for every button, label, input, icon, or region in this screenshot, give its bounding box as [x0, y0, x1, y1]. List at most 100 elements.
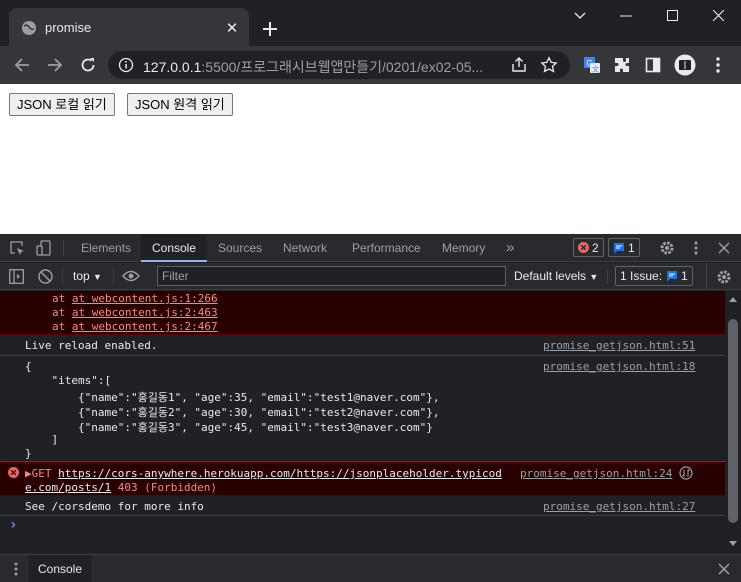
- scroll-down-icon[interactable]: [729, 541, 737, 546]
- tab-console[interactable]: Console: [141, 234, 207, 262]
- message-count-badge[interactable]: 1: [608, 238, 640, 257]
- browser-toolbar: 127.0.0.1:5500/프로그래시브웹앱만들기/0201/ex02-05.…: [0, 46, 741, 84]
- context-value: top: [73, 269, 90, 283]
- forward-icon[interactable]: [43, 53, 67, 77]
- json-remote-read-button[interactable]: JSON 원격 읽기: [127, 93, 233, 116]
- request-url-link[interactable]: https://cors-anywhere.herokuapp.com/http…: [58, 467, 502, 480]
- minimize-icon[interactable]: [603, 0, 649, 31]
- json-local-read-button[interactable]: JSON 로컬 읽기: [9, 93, 115, 116]
- divider: [706, 263, 707, 290]
- chevron-down-icon[interactable]: [557, 0, 603, 31]
- issues-button[interactable]: 1 Issue: 1: [615, 266, 693, 286]
- url-host: 127.0.0.1: [143, 59, 202, 75]
- device-toolbar-icon[interactable]: [36, 240, 52, 256]
- message-source-link[interactable]: promise_getjson.html:24: [520, 467, 672, 480]
- stack-frame-link[interactable]: at webcontent.js:2:463: [72, 306, 218, 319]
- tab-sources[interactable]: Sources: [218, 234, 262, 262]
- address-bar[interactable]: 127.0.0.1:5500/프로그래시브웹앱만들기/0201/ex02-05.…: [108, 51, 570, 79]
- json-line: {"name":"홍길동2", "age":30, "email":"test2…: [25, 406, 440, 419]
- drawer-menu-icon[interactable]: [14, 562, 18, 576]
- devtools-close-icon[interactable]: [718, 242, 730, 254]
- divider: [607, 269, 608, 284]
- log-levels-select[interactable]: Default levels ▼: [514, 269, 598, 283]
- close-icon[interactable]: ✕: [223, 19, 241, 37]
- stack-frame-link[interactable]: at webcontent.js:1:266: [72, 292, 218, 305]
- inspect-icon[interactable]: [9, 240, 25, 256]
- dropdown-arrow-icon: ▼: [93, 272, 102, 282]
- console-prompt[interactable]: ›: [0, 516, 725, 536]
- tab-performance[interactable]: Performance: [352, 234, 421, 262]
- divider: [62, 269, 63, 284]
- share-icon[interactable]: [510, 56, 528, 74]
- devtools-panel: Elements Console Sources Network Perform…: [0, 234, 741, 582]
- context-select[interactable]: top ▼: [73, 269, 102, 283]
- back-icon[interactable]: [10, 53, 34, 77]
- message-source-link[interactable]: promise_getjson.html:18: [543, 360, 695, 373]
- page-viewport: JSON 로컬 읽기 JSON 원격 읽기: [0, 84, 741, 234]
- json-line: ]: [25, 433, 59, 446]
- error-count-badge[interactable]: 2: [573, 238, 604, 257]
- translate-icon[interactable]: G文: [580, 53, 604, 77]
- settings-icon[interactable]: [659, 240, 675, 256]
- prompt-chevron-icon: ›: [9, 517, 18, 533]
- json-line: {: [25, 360, 32, 373]
- sidebar-toggle-icon[interactable]: [9, 269, 24, 284]
- tab-memory[interactable]: Memory: [442, 234, 485, 262]
- console-message: Live reload enabled. promise_getjson.htm…: [0, 335, 725, 356]
- tab-elements[interactable]: Elements: [81, 234, 131, 262]
- plus-icon[interactable]: [258, 17, 282, 41]
- reload-icon[interactable]: [76, 53, 100, 77]
- json-line: "items":[: [25, 374, 112, 387]
- browser-tab[interactable]: promise ✕: [9, 8, 249, 46]
- message-text: See /corsdemo for more info: [25, 500, 204, 513]
- issues-label: 1 Issue:: [620, 269, 663, 283]
- eye-icon[interactable]: [122, 270, 140, 282]
- url-path: :5500/프로그래시브웹앱만들기/0201/ex02-05...: [201, 59, 484, 75]
- error-icon: [8, 467, 19, 478]
- devtools-drawer: Console: [0, 554, 741, 582]
- request-status: 403 (Forbidden): [111, 481, 218, 494]
- message-source-link[interactable]: promise_getjson.html:51: [543, 339, 695, 352]
- extensions-icon[interactable]: [610, 53, 634, 77]
- drawer-tab-console[interactable]: Console: [29, 555, 91, 582]
- issues-count: 1: [681, 269, 688, 283]
- stack-frame: at at webcontent.js:2:467: [52, 320, 218, 333]
- request-url-link-cont[interactable]: e.com/posts/1: [25, 481, 111, 494]
- console-settings-icon[interactable]: [716, 269, 732, 285]
- stack-frame-link[interactable]: at webcontent.js:2:467: [72, 320, 218, 333]
- svg-text:文: 文: [592, 65, 599, 74]
- clear-console-icon[interactable]: [38, 269, 53, 284]
- console-message: See /corsdemo for more info promise_getj…: [0, 496, 725, 516]
- tab-network[interactable]: Network: [283, 234, 327, 262]
- console-scrollbar[interactable]: [725, 291, 741, 553]
- url-text[interactable]: 127.0.0.1:5500/프로그래시브웹앱만들기/0201/ex02-05.…: [143, 57, 503, 77]
- stack-frame: at at webcontent.js:1:266: [52, 292, 218, 305]
- message-source-link[interactable]: promise_getjson.html:27: [543, 500, 695, 513]
- stack-frame: at at webcontent.js:2:463: [52, 306, 218, 319]
- scroll-thumb[interactable]: [728, 319, 738, 523]
- devtools-more-icon[interactable]: [694, 240, 698, 256]
- expand-request-toggle[interactable]: ▶GET: [25, 467, 58, 480]
- info-icon[interactable]: [118, 57, 134, 73]
- get-request-line: ▶GET https://cors-anywhere.herokuapp.com…: [25, 467, 502, 480]
- console-toolbar: top ▼ Filter Default levels ▼ 1 Issue: 1: [0, 263, 741, 290]
- network-request-icon[interactable]: [679, 466, 693, 480]
- network-error-message: ▶GET https://cors-anywhere.herokuapp.com…: [0, 462, 725, 496]
- drawer-close-icon[interactable]: [718, 563, 730, 575]
- more-vert-icon[interactable]: [706, 53, 730, 77]
- devtools-tabbar: Elements Console Sources Network Perform…: [0, 234, 741, 262]
- tab-strip: promise ✕: [0, 0, 741, 46]
- star-icon[interactable]: [540, 56, 558, 74]
- profile-icon[interactable]: [673, 53, 697, 77]
- json-line: {"name":"홍길동3", "age":45, "email":"test3…: [25, 421, 433, 434]
- sidepanel-icon[interactable]: [641, 53, 665, 77]
- get-request-line-2: e.com/posts/1 403 (Forbidden): [25, 481, 217, 494]
- error-count: 2: [592, 240, 599, 255]
- filter-input[interactable]: Filter: [157, 266, 506, 286]
- window-close-icon[interactable]: [695, 0, 741, 31]
- message-icon: [614, 242, 624, 253]
- more-tabs-icon[interactable]: »: [506, 234, 514, 262]
- message-text: Live reload enabled.: [25, 339, 158, 352]
- maximize-icon[interactable]: [649, 0, 695, 31]
- scroll-up-icon[interactable]: [729, 297, 737, 302]
